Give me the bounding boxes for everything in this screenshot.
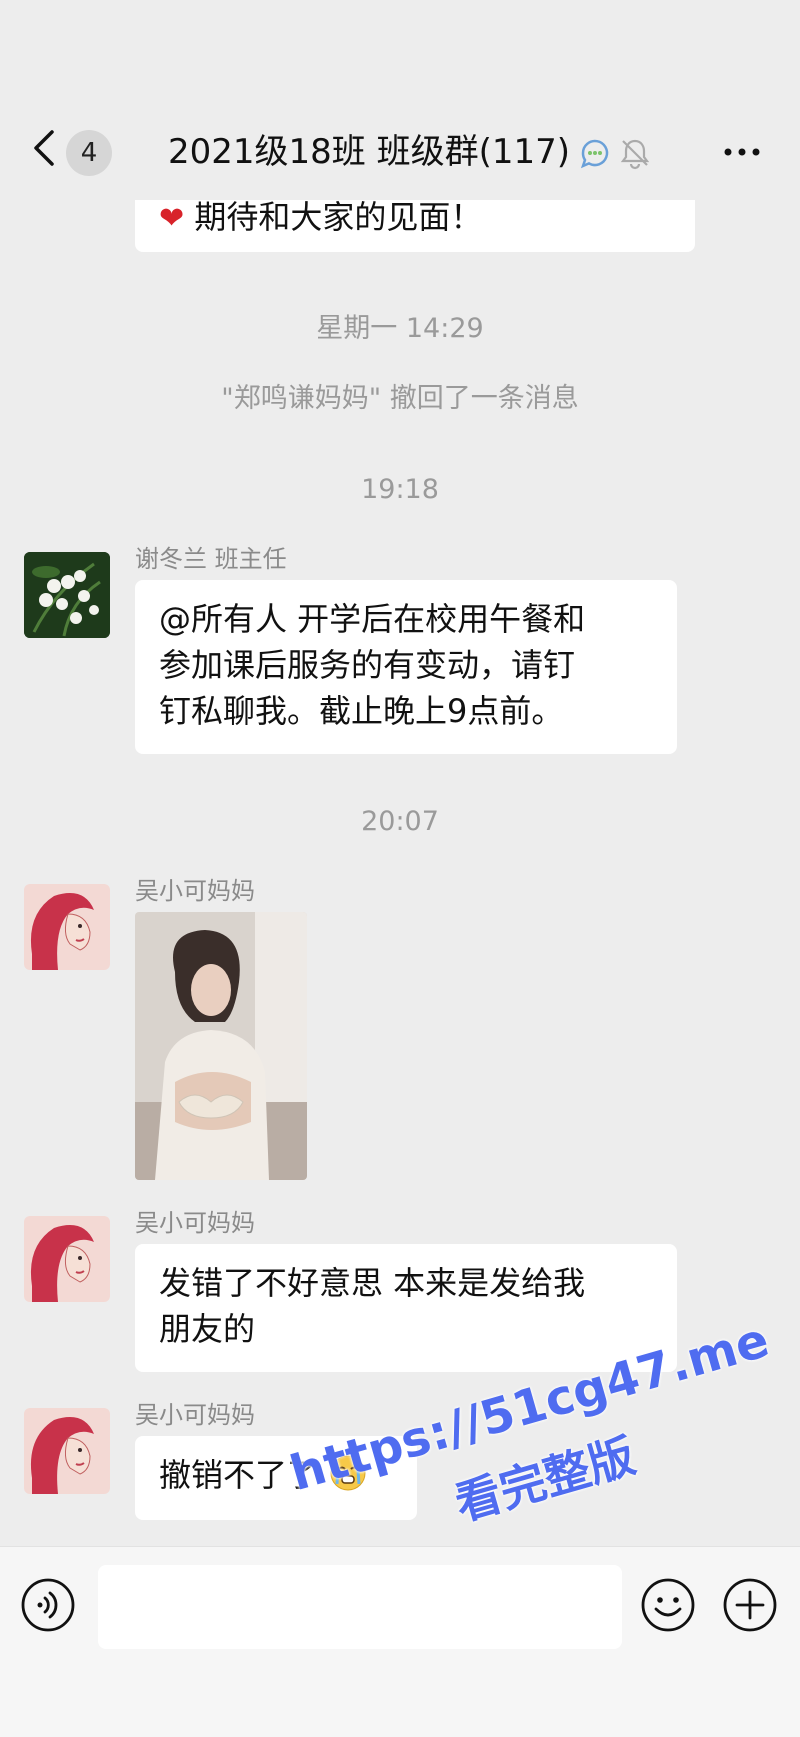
recall-notice: "郑鸣谦妈妈" 撤回了一条消息 — [221, 383, 579, 414]
chat-title: 2021级18班 班级群(117) — [168, 132, 571, 172]
sender-name: 吴小可妈妈 — [135, 1209, 255, 1237]
sender-name: 吴小可妈妈 — [135, 877, 255, 905]
chat-loading-icon — [580, 139, 609, 169]
mermaid-cartoon-avatar-icon — [24, 884, 110, 970]
input-bar — [0, 1546, 800, 1737]
message-bubble[interactable]: ❤ 期待和大家的见面！ — [135, 200, 695, 252]
lily-of-the-valley-avatar-icon — [24, 552, 110, 638]
avatar[interactable] — [24, 1216, 110, 1302]
more-dots-icon[interactable] — [720, 134, 764, 170]
message-line: 朋友的 — [159, 1310, 256, 1348]
avatar[interactable] — [24, 1408, 110, 1494]
heart-emoji-icon: ❤ — [159, 201, 185, 236]
message-input[interactable] — [98, 1565, 622, 1649]
message-line: 钉私聊我。截止晚上9点前。 — [159, 692, 564, 730]
plus-icon[interactable] — [722, 1577, 778, 1633]
message-bubble[interactable]: 发错了不好意思 本来是发给我 朋友的 — [135, 1244, 677, 1372]
timestamp: 19:18 — [361, 474, 439, 505]
message-line: 参加课后服务的有变动，请钉 — [159, 646, 576, 684]
message-text: 期待和大家的见面！ — [194, 200, 483, 236]
back-chevron-icon[interactable] — [28, 128, 62, 168]
mermaid-cartoon-avatar-icon — [24, 1408, 110, 1494]
chat-header: 4 2021级18班 班级群(117) — [0, 0, 800, 200]
photo-message[interactable] — [135, 912, 307, 1180]
message-line: @所有人 开学后在校用午餐和 — [159, 600, 586, 638]
unread-count-badge[interactable]: 4 — [66, 130, 112, 176]
sender-name: 吴小可妈妈 — [135, 1401, 255, 1429]
timestamp: 星期一 14:29 — [316, 313, 484, 344]
message-bubble[interactable]: @所有人 开学后在校用午餐和 参加课后服务的有变动，请钉 钉私聊我。截止晚上9点… — [135, 580, 677, 754]
mermaid-cartoon-avatar-icon — [24, 1216, 110, 1302]
avatar[interactable] — [24, 884, 110, 970]
avatar[interactable] — [24, 552, 110, 638]
sender-name: 谢冬兰 班主任 — [135, 545, 287, 573]
emoji-icon[interactable] — [640, 1577, 696, 1633]
mute-bell-icon — [620, 139, 650, 170]
timestamp: 20:07 — [361, 806, 439, 837]
photo-thumbnail-icon — [135, 912, 307, 1180]
message-line: 发错了不好意思 本来是发给我 — [159, 1264, 586, 1302]
voice-input-icon[interactable] — [20, 1577, 76, 1633]
